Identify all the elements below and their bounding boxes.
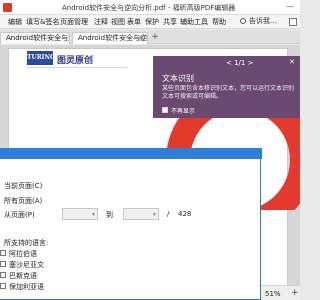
- ribbon-toggle-icon[interactable]: [289, 18, 297, 26]
- menu-protect[interactable]: 保护: [145, 17, 159, 27]
- tell-me-search[interactable]: 告诉我...: [238, 16, 288, 27]
- radio-current-page[interactable]: 当前页面(C): [4, 181, 42, 191]
- language-checkbox[interactable]: [0, 261, 6, 267]
- add-tab-icon[interactable]: +: [150, 32, 160, 42]
- ocr-description: 某些页面包含本移识别文本，您可以运行文本识别文本可搜索或可编辑。: [162, 85, 295, 100]
- language-item[interactable]: 巴斯克语: [9, 271, 37, 281]
- language-checkbox[interactable]: [0, 250, 6, 256]
- app-logo-icon: [3, 3, 12, 12]
- radio-all-pages[interactable]: 所有页面(A): [4, 196, 42, 206]
- menu-share[interactable]: 共享: [163, 17, 177, 27]
- to-label: 到: [106, 211, 113, 219]
- language-checkbox[interactable]: [0, 272, 6, 278]
- menu-help[interactable]: 帮助: [212, 17, 226, 27]
- window-title: Android软件安全与逆向分析.pdf - 福昕高级PDF编辑器: [62, 4, 236, 12]
- language-item[interactable]: 阿拉伯语: [9, 249, 37, 259]
- ocr-title: 文本识别: [162, 74, 194, 83]
- from-page-select[interactable]: ▾: [62, 208, 98, 220]
- title-bar: Android软件安全与逆向分析.pdf - 福昕高级PDF编辑器 —: [0, 0, 300, 15]
- language-checkbox[interactable]: [0, 283, 6, 289]
- dont-show-again-label: 不再显示: [171, 108, 196, 115]
- tab-label: Android软件安全与逆向分析: [6, 34, 69, 42]
- to-page-select[interactable]: ▾: [123, 208, 159, 220]
- ocr-notification-panel: < 1/1 > ✕ 文本识别 某些页面包含本移识别文本，您可以运行文本识别文本可…: [153, 56, 300, 118]
- close-icon[interactable]: ✕: [289, 58, 295, 66]
- turing-logo-badge: TURING: [27, 51, 55, 65]
- language-item[interactable]: 保加利亚语: [9, 282, 44, 292]
- total-pages: 428: [178, 210, 192, 218]
- chevron-down-icon: ▾: [91, 211, 95, 218]
- status-bar: 51% +: [261, 285, 300, 300]
- languages-label: 所支持的语言:: [4, 239, 49, 247]
- minimize-icon[interactable]: —: [285, 2, 295, 12]
- turing-logo-text: 图灵原创: [57, 56, 94, 66]
- menu-fill-sign[interactable]: 填写&签名: [26, 17, 59, 27]
- search-label: 告诉我...: [249, 17, 277, 25]
- close-icon[interactable]: ×: [138, 33, 144, 44]
- tab-document-1[interactable]: Android软件安全与逆向分析: [0, 32, 70, 44]
- menu-tools[interactable]: 辅助工具: [180, 17, 208, 27]
- logo-divider: [27, 67, 127, 68]
- zoom-in-icon[interactable]: +: [291, 288, 299, 298]
- tab-document-2[interactable]: Android软件安全与逆向... ×: [72, 32, 148, 44]
- page-slash: /: [167, 210, 170, 218]
- ocr-dialog: [0, 148, 262, 300]
- radio-from-page[interactable]: 从页面(P): [4, 210, 35, 220]
- ocr-page-nav[interactable]: < 1/1 >: [226, 59, 253, 67]
- dont-show-again-checkbox[interactable]: [162, 107, 168, 113]
- zoom-level[interactable]: 51%: [265, 290, 281, 298]
- menu-comment[interactable]: 注释: [94, 17, 108, 27]
- menu-view[interactable]: 视图: [111, 17, 125, 27]
- chevron-down-icon: ▾: [152, 211, 156, 218]
- lightbulb-icon: [240, 18, 246, 24]
- dialog-header: [0, 148, 262, 159]
- document-tab-bar: Android软件安全与逆向分析 Android软件安全与逆向... × +: [0, 30, 300, 44]
- menu-edit[interactable]: 编辑: [8, 17, 22, 27]
- menu-bar: 编辑 填写&签名 页面管理 注释 视图 表单 保护 共享 辅助工具 帮助 告诉我…: [0, 15, 300, 29]
- menu-form[interactable]: 表单: [127, 17, 141, 27]
- language-item[interactable]: 塞沙尼亚文: [9, 260, 44, 270]
- menu-page-manage[interactable]: 页面管理: [60, 17, 88, 27]
